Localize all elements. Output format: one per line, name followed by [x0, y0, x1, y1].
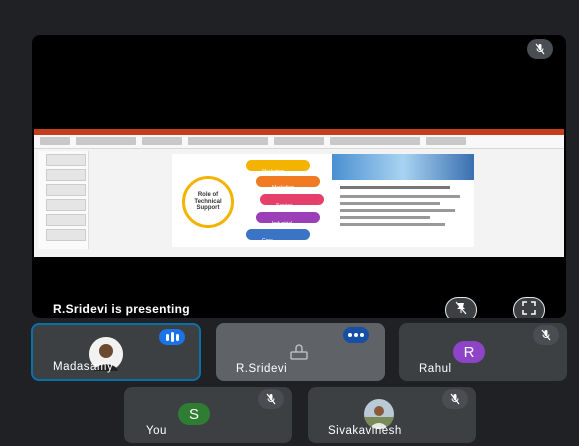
- slide-title: Role of Technical Support: [194, 192, 222, 212]
- mic-off-icon: [533, 325, 559, 345]
- participant-tile-madasamy[interactable]: Madasamy: [31, 323, 201, 381]
- avatar-rahul: R: [453, 341, 485, 363]
- participant-name: R.Sridevi: [236, 363, 288, 375]
- fullscreen-button[interactable]: [513, 297, 545, 318]
- participant-tile-rsridevi[interactable]: R.Sridevi: [216, 323, 385, 381]
- slide-right-half: [332, 154, 474, 247]
- participant-name: Rahul: [419, 363, 452, 375]
- presenting-label: R.Sridevi is presenting: [53, 302, 190, 316]
- speaking-indicator-icon: [343, 327, 369, 343]
- pin-off-icon: [454, 301, 468, 319]
- slide-left-half: Role of Technical Support Marketing Mark…: [172, 154, 332, 247]
- mic-off-icon: [258, 389, 284, 409]
- presentation-view[interactable]: Role of Technical Support Marketing Mark…: [32, 35, 566, 318]
- fullscreen-icon: [522, 300, 536, 319]
- shared-slide-screen: Role of Technical Support Marketing Mark…: [34, 129, 564, 257]
- participant-tile-rahul[interactable]: R Rahul: [399, 323, 567, 381]
- presenting-screen-icon: [288, 343, 310, 366]
- speaking-indicator-icon: [159, 329, 185, 345]
- mic-off-icon: [442, 389, 468, 409]
- participant-name: Sivakavinesh: [328, 425, 402, 437]
- powerpoint-ribbon: [34, 135, 564, 149]
- participant-tile-sivakavinesh[interactable]: Sivakavinesh: [308, 387, 476, 443]
- participant-tile-you[interactable]: S You: [124, 387, 292, 443]
- slide-thumbnails: [38, 151, 89, 249]
- participant-name: Madasamy: [53, 361, 114, 373]
- unpin-button[interactable]: [445, 297, 477, 318]
- participant-name: You: [146, 425, 167, 437]
- presentation-mic-off-icon: [527, 39, 553, 59]
- avatar-you: S: [178, 403, 210, 425]
